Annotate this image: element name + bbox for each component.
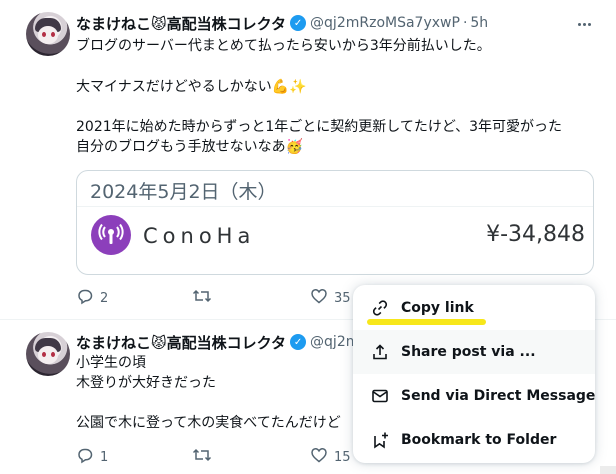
reply-count: 1 [100, 449, 109, 465]
repost-icon [192, 287, 212, 309]
post-text-line: 2021年に始めた時からずっと1年ごとに契約更新してたけど、3年可愛がった [76, 119, 563, 135]
menu-item-label: Copy link [401, 300, 474, 316]
menu-item-bookmark-folder[interactable]: Bookmark to Folder [353, 418, 595, 462]
reply-icon [76, 287, 94, 309]
separator-dot: · [462, 15, 468, 31]
post-text-line: 自分のブログもう手放せないなあ🥳 [76, 139, 304, 155]
like-count: 35 [334, 290, 351, 306]
menu-item-label: Bookmark to Folder [401, 432, 557, 448]
avatar[interactable] [26, 332, 70, 376]
post-text-line: 大マイナスだけどやるしかない💪✨ [76, 79, 307, 95]
author-handle[interactable]: @qj2m [310, 334, 359, 350]
card-divider [77, 206, 593, 207]
post-text-line: 公園で木に登って木の実食べてたんだけど [76, 415, 341, 431]
menu-item-label: Send via Direct Message [401, 388, 595, 404]
highlight-underline [367, 319, 486, 325]
menu-item-send-dm[interactable]: Send via Direct Message [353, 374, 595, 418]
bookmark-plus-icon [370, 430, 390, 450]
verified-badge-icon: ✓ [290, 15, 307, 31]
reply-button[interactable]: 1 [76, 447, 108, 467]
timestamp[interactable]: 5h [470, 15, 488, 31]
menu-item-share-post[interactable]: Share post via ... [353, 330, 595, 374]
repost-icon [192, 446, 212, 468]
heart-icon [310, 446, 328, 468]
repost-button[interactable] [192, 288, 212, 308]
like-button[interactable]: 15 [310, 447, 351, 467]
heart-icon [310, 287, 328, 309]
post-text-line: 小学生の頃 [76, 355, 146, 371]
author-name[interactable]: なまけねこ😾高配当株コレクタ [76, 332, 286, 353]
repost-button[interactable] [192, 447, 212, 467]
like-button[interactable]: 35 [310, 288, 351, 308]
post-header: なまけねこ😾高配当株コレクタ ✓ @qj2m [76, 331, 359, 353]
post-header: なまけねこ😾高配当株コレクタ ✓ @qj2mRzoMSa7yxwP · 5h [76, 12, 488, 34]
post-image-card[interactable]: 2024年5月2日（木） ConoHa ¥-34,848 [76, 170, 594, 275]
like-count: 15 [334, 449, 351, 465]
post[interactable]: なまけねこ😾高配当株コレクタ ✓ @qj2mRzoMSa7yxwP · 5h ブ… [0, 0, 616, 320]
verified-badge-icon: ✓ [290, 334, 307, 350]
avatar[interactable] [26, 12, 70, 56]
conoha-logo-icon [91, 215, 131, 255]
share-menu: Copy link Share post via ... Send via Di… [353, 285, 595, 463]
post-text-line: ブログのサーバー代まとめて払ったら安いから3年分前払いした。 [76, 38, 491, 54]
card-amount: ¥-34,848 [486, 222, 585, 247]
reply-button[interactable]: 2 [76, 288, 108, 308]
card-date: 2024年5月2日（木） [90, 181, 277, 203]
reply-icon [76, 446, 94, 468]
share-icon [370, 342, 390, 362]
author-handle[interactable]: @qj2mRzoMSa7yxwP [310, 15, 460, 31]
menu-item-label: Share post via ... [401, 344, 536, 360]
post-text-line: 木登りが大好きだった [76, 375, 216, 391]
scrollbar[interactable] [600, 466, 616, 474]
reply-count: 2 [100, 290, 109, 306]
more-options-icon[interactable] [574, 14, 594, 34]
card-brand: ConoHa [143, 224, 256, 248]
link-icon [370, 298, 390, 318]
author-name[interactable]: なまけねこ😾高配当株コレクタ [76, 13, 286, 34]
envelope-icon [370, 386, 390, 406]
